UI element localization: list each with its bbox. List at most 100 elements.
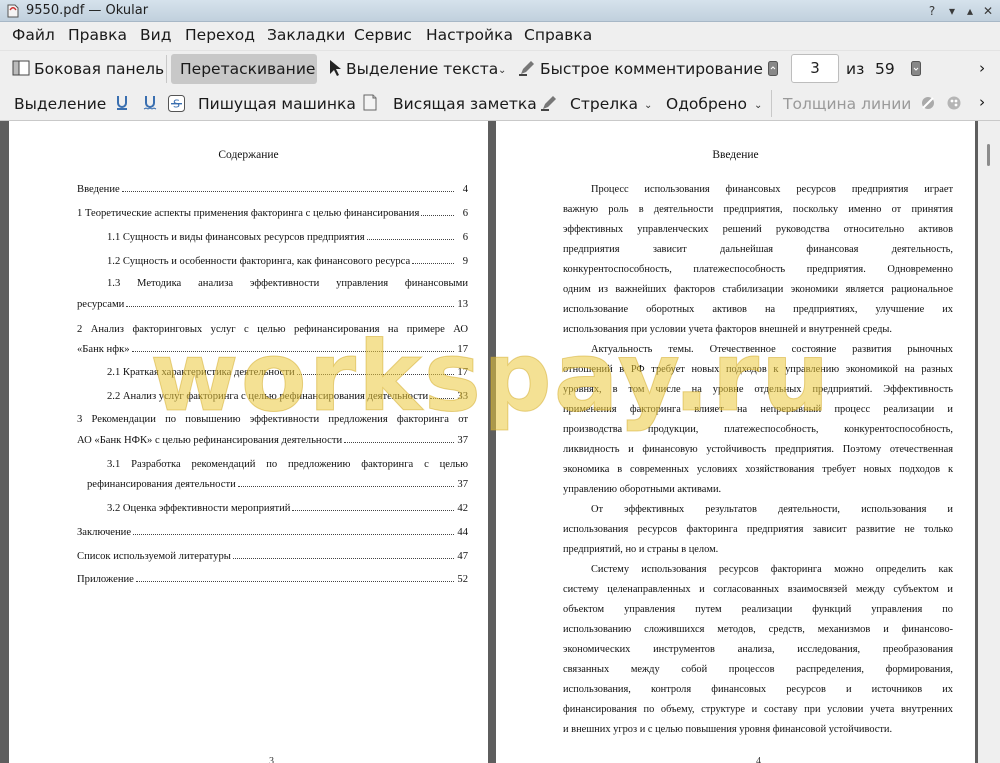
okular-app-icon	[7, 4, 19, 18]
toc-leader-dots	[238, 486, 454, 487]
menu-file[interactable]: Файл	[12, 26, 55, 44]
toc-entry-line[interactable]: Приложение 52	[77, 574, 468, 585]
arrow-button[interactable]: Стрелка	[570, 95, 638, 113]
page-of-label: из	[846, 60, 865, 78]
text-line: важную роль в деятельности предприятия, …	[563, 204, 953, 215]
menu-go[interactable]: Переход	[185, 26, 255, 44]
toc-leader-dots	[136, 581, 454, 582]
menu-tools[interactable]: Сервис	[354, 26, 412, 44]
highlighter-icon	[519, 61, 534, 76]
vertical-scrollbar[interactable]	[978, 121, 1000, 763]
text-line: управлению оборотными активами.	[563, 484, 722, 495]
toc-entry-text[interactable]: 1.3 Методика анализа эффективности управ…	[107, 278, 468, 289]
text-select-button[interactable]: Выделение текста	[346, 60, 498, 78]
text-line: объектом управления путем реализации фун…	[563, 604, 953, 615]
scrollbar-thumb[interactable]	[987, 144, 990, 166]
toc-page-number: 37	[457, 479, 468, 490]
page-number-input[interactable]: 3	[791, 54, 839, 83]
toc-leader-dots	[233, 558, 454, 559]
selection-label[interactable]: Выделение	[14, 95, 106, 113]
window-minimize-icon[interactable]: ▾	[944, 3, 960, 19]
text-line: связанных между собой процессов распреде…	[563, 664, 953, 675]
text-line: Процесс использования финансовых ресурсо…	[591, 184, 953, 195]
text-line: ликвидность и финансовую устойчивость пр…	[563, 444, 953, 455]
toc-entry-text[interactable]: 3.1 Разработка рекомендаций по предложен…	[107, 459, 468, 470]
text-line: От эффективных результатов деятельности,…	[591, 504, 953, 515]
toc-entry-text: 1.2 Сущность и особенности факторинга, к…	[107, 256, 411, 267]
toc-entry-line[interactable]: 1.1 Сущность и виды финансовых ресурсов …	[107, 232, 468, 243]
toc-leader-dots	[126, 306, 454, 307]
toc-entry-line[interactable]: рефинансирования деятельности 37	[87, 479, 468, 490]
text-line: экономических инструментов анализа, иссл…	[563, 644, 953, 655]
toc-page-number: 6	[462, 208, 468, 219]
text-line: эффективных управленческих решений руков…	[563, 224, 953, 235]
arrow-tool-icon	[541, 96, 556, 111]
toc-page-number: 44	[457, 527, 468, 538]
toc-page-number: 9	[462, 256, 468, 267]
window-close-icon[interactable]: ✕	[980, 3, 996, 19]
page-prev-icon[interactable]	[768, 61, 778, 76]
toc-entry-line[interactable]: 1.2 Сущность и особенности факторинга, к…	[107, 256, 468, 267]
drag-button[interactable]: Перетаскивание	[180, 60, 315, 78]
toc-leader-dots	[367, 239, 454, 240]
text-line: конкурентоспособность, платежеспособност…	[563, 264, 953, 275]
page-next-icon[interactable]	[911, 61, 921, 76]
text-line: использования, контроля финансовых ресур…	[563, 684, 953, 695]
toc-page-number: 13	[457, 299, 468, 310]
color-icon	[922, 97, 934, 109]
toc-entry-line[interactable]: Список используемой литературы 47	[77, 551, 468, 562]
sidebar-icon	[12, 60, 30, 76]
menu-settings[interactable]: Настройка	[426, 26, 513, 44]
pop-up-note-button[interactable]: Висящая заметка	[393, 95, 537, 113]
toc-leader-dots	[292, 510, 454, 511]
document-viewport[interactable]: Содержание Введение 4 1 Теоретические аспе…	[0, 121, 1000, 763]
toc-entry-text: Приложение	[77, 574, 134, 585]
quick-annotation-button[interactable]: Быстрое комментирование	[540, 60, 763, 78]
underline-icon[interactable]	[115, 95, 129, 111]
squiggly-icon[interactable]	[143, 95, 157, 111]
menu-help[interactable]: Справка	[524, 26, 592, 44]
toc-entry-line[interactable]: Заключение 44	[77, 527, 468, 538]
menu-bookmarks[interactable]: Закладки	[267, 26, 345, 44]
typewriter-button[interactable]: Пишущая машинка	[198, 95, 356, 113]
approved-stamp-button[interactable]: Одобрено	[666, 95, 747, 113]
toolbar-overflow-icon[interactable]: ›	[979, 93, 985, 111]
toc-heading: Содержание	[218, 149, 279, 161]
menu-view[interactable]: Вид	[140, 26, 171, 44]
toolbar-overflow-icon[interactable]: ›	[979, 59, 985, 77]
text-line: использованию сложившихся методов, средс…	[563, 624, 953, 635]
menu-bar: Файл Правка Вид Переход Закладки Сервис …	[0, 22, 1000, 50]
chevron-down-icon[interactable]: ⌄	[644, 100, 652, 111]
main-toolbar: Боковая панель Перетаскивание Выделение …	[0, 50, 1000, 86]
menu-edit[interactable]: Правка	[68, 26, 127, 44]
toc-entry-text: 1 Теоретические аспекты применения факто…	[77, 208, 420, 219]
page-total-label: 59	[875, 60, 895, 78]
toc-entry-line[interactable]: Введение 4	[77, 184, 468, 195]
chevron-down-icon[interactable]: ⌄	[498, 65, 506, 76]
toc-entry-text: Список используемой литературы	[77, 551, 231, 562]
toc-leader-dots	[133, 534, 454, 535]
sidebar-button[interactable]: Боковая панель	[34, 60, 164, 78]
note-icon	[363, 94, 377, 111]
toolbar-separator	[771, 90, 772, 117]
text-line: предприятия зависит дальнейшая финансова…	[563, 244, 953, 255]
toc-leader-dots	[344, 442, 454, 443]
text-line: систему целенаправленных и согласованных…	[563, 584, 953, 595]
chevron-down-icon[interactable]: ⌄	[754, 100, 762, 111]
toc-entry-line[interactable]: АО «Банк НФК» с целью рефинансирования д…	[77, 435, 468, 446]
toc-entry-text: рефинансирования деятельности	[87, 479, 236, 490]
toc-entry-line[interactable]: 1 Теоретические аспекты применения факто…	[77, 208, 468, 219]
toc-entry-text: АО «Банк НФК» с целью рефинансирования д…	[77, 435, 343, 446]
toc-entry-line[interactable]: 3.2 Оценка эффективности мероприятий 42	[107, 503, 468, 514]
toc-page-number: 47	[457, 551, 468, 562]
text-line: использования ресурсов факторинга предпр…	[563, 524, 953, 535]
toc-entry-text: Введение	[77, 184, 120, 195]
toc-page-number: 37	[457, 435, 468, 446]
window-help-icon[interactable]: ?	[924, 3, 940, 19]
text-line: финансирования по объему, структуре и со…	[563, 704, 953, 715]
title-bar: 9550.pdf — Okular ? ▾ ▴ ✕	[0, 0, 1000, 22]
window-maximize-icon[interactable]: ▴	[962, 3, 978, 19]
strikeout-icon[interactable]: S	[168, 95, 185, 112]
toc-entry-line[interactable]: ресурсами 13	[77, 299, 468, 310]
text-line: Систему использования ресурсов факторинг…	[591, 564, 953, 575]
